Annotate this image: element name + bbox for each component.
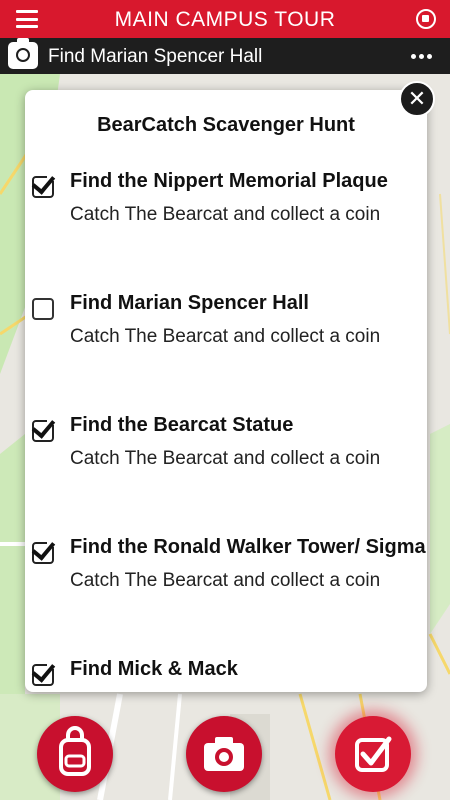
task-item[interactable]: Find Mick & Mack <box>25 658 427 692</box>
checklist-button[interactable] <box>335 716 411 792</box>
app-title: MAIN CAMPUS TOUR <box>114 8 336 31</box>
task-checkbox[interactable] <box>32 660 56 686</box>
camera-icon[interactable] <box>8 38 38 69</box>
camera-button[interactable] <box>186 716 262 792</box>
task-item[interactable]: Find the Ronald Walker Tower/ Sigma Catc… <box>25 536 427 626</box>
task-title: Find the Ronald Walker Tower/ Sigma <box>70 536 426 558</box>
camera-icon <box>204 737 244 771</box>
task-checkbox[interactable] <box>32 298 54 320</box>
task-item[interactable]: Find the Nippert Memorial Plaque Catch T… <box>25 170 427 260</box>
task-title: Find Mick & Mack <box>70 658 238 680</box>
task-checkbox[interactable] <box>32 416 56 442</box>
checkbox-icon <box>355 736 392 772</box>
task-subtitle: Catch The Bearcat and collect a coin <box>70 326 381 347</box>
app-header: MAIN CAMPUS TOUR <box>0 0 450 38</box>
location-bar: Find Marian Spencer Hall <box>0 38 450 74</box>
task-item[interactable]: Find Marian Spencer Hall Catch The Bearc… <box>25 292 427 382</box>
task-item[interactable]: Find the Bearcat Statue Catch The Bearca… <box>25 414 427 504</box>
task-title: Find Marian Spencer Hall <box>70 292 309 314</box>
current-target-label[interactable]: Find Marian Spencer Hall <box>48 46 262 68</box>
task-subtitle: Catch The Bearcat and collect a coin <box>70 570 381 591</box>
scavenger-hunt-modal: BearCatch Scavenger Hunt Find the Nipper… <box>25 90 427 692</box>
task-subtitle: Catch The Bearcat and collect a coin <box>70 448 381 469</box>
modal-title: BearCatch Scavenger Hunt <box>97 114 355 136</box>
stop-circle-icon[interactable] <box>416 9 436 29</box>
task-subtitle: Catch The Bearcat and collect a coin <box>70 204 381 225</box>
task-title: Find the Nippert Memorial Plaque <box>70 170 388 192</box>
close-icon[interactable]: ✕ <box>399 81 435 117</box>
more-dots-icon[interactable] <box>411 54 432 59</box>
task-title: Find the Bearcat Statue <box>70 414 294 436</box>
backpack-button[interactable] <box>37 716 113 792</box>
task-checkbox[interactable] <box>32 172 56 198</box>
backpack-icon <box>59 726 91 776</box>
task-checkbox[interactable] <box>32 538 56 564</box>
